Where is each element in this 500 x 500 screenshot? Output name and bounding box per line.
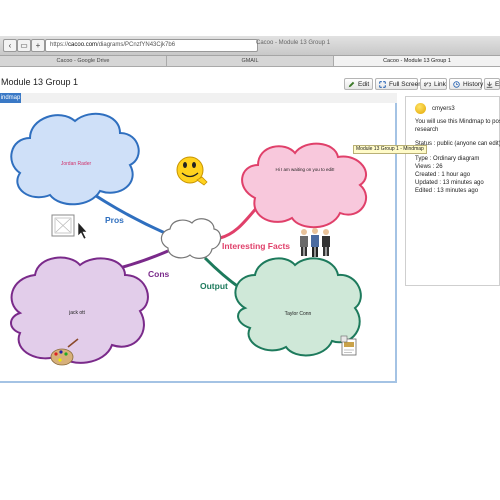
export-button[interactable]: Ex	[484, 78, 500, 90]
share-button[interactable]: ▭	[17, 39, 31, 52]
description-line-2: research	[415, 127, 439, 133]
owner-username[interactable]: cmyers3	[432, 106, 455, 112]
fullscreen-button-label: Full Screen	[389, 81, 422, 88]
link-button[interactable]: Link	[420, 78, 447, 90]
window-title: Cacoo - Module 13 Group 1	[256, 40, 331, 46]
url-path: /diagrams/PCnzfYN43Cjk7b6	[97, 42, 176, 48]
top-left-cloud[interactable]	[10, 112, 140, 206]
tab-bar: Cacoo - Google Drive GMAIL Cacoo - Modul…	[0, 56, 500, 67]
document-header: Module 13 Group 1 Edit Full Screen Link …	[0, 72, 500, 94]
url-host: cacoo.com	[68, 42, 98, 48]
top-left-cloud-text: Jordan Rader	[61, 161, 92, 167]
bottom-right-cloud-text: Taylor Conn	[285, 311, 312, 317]
link-icon	[424, 82, 431, 87]
bottom-left-cloud-text: jack ott	[68, 310, 85, 316]
center-cloud[interactable]	[160, 218, 222, 259]
branch-label-cons: Cons	[148, 269, 170, 279]
created-text: Created : 1 hour ago	[415, 172, 471, 178]
history-button[interactable]: History	[449, 78, 484, 90]
edit-button-label: Edit	[358, 81, 370, 88]
updated-text: Updated : 13 minutes ago	[415, 180, 484, 186]
diagram-canvas[interactable]: Jordan Rader Hi I am waiting on you to e…	[0, 103, 397, 383]
top-right-cloud[interactable]	[241, 142, 367, 229]
edit-button[interactable]: Edit	[344, 78, 373, 90]
document-icon	[340, 335, 357, 356]
tab-gmail[interactable]: GMAIL	[167, 56, 334, 66]
export-icon	[486, 81, 493, 88]
branch-label-output: Output	[200, 281, 228, 291]
people-icon	[300, 228, 330, 257]
back-button[interactable]: ‹	[3, 39, 17, 52]
branch-label-facts: Interesting Facts	[222, 241, 290, 251]
image-placeholder-icon	[51, 214, 75, 237]
url-field[interactable]: https://cacoo.com/diagrams/PCnzfYN43Cjk7…	[45, 39, 258, 52]
mindmap-svg: Jordan Rader Hi I am waiting on you to e…	[10, 112, 367, 366]
type-text: Type : Ordinary diagram	[415, 156, 480, 162]
export-button-label: Ex	[495, 81, 500, 88]
tooltip: Module 13 Group 1 - Mindmap	[353, 145, 427, 154]
url-prefix: https://	[50, 42, 69, 48]
status-text: Status : public (anyone can edit)	[415, 141, 500, 147]
expand-icon	[379, 81, 386, 88]
fullscreen-button[interactable]: Full Screen	[375, 78, 422, 90]
views-text: Views : 26	[415, 164, 443, 170]
description-line-1: You will use this Mindmap to post y	[415, 119, 500, 125]
user-avatar-icon	[415, 103, 426, 114]
tab-mindmap[interactable]: indmap	[0, 93, 21, 103]
info-panel: cmyers3 You will use this Mindmap to pos…	[405, 96, 500, 286]
history-button-label: History	[463, 81, 484, 88]
pencil-icon	[348, 81, 355, 88]
link-button-label: Link	[434, 81, 446, 88]
page-title: Module 13 Group 1	[1, 77, 79, 87]
tab-google-drive[interactable]: Cacoo - Google Drive	[0, 56, 167, 66]
new-tab-button[interactable]: +	[31, 39, 45, 52]
branch-label-pros: Pros	[105, 215, 124, 225]
smiley-icon	[176, 156, 208, 186]
clock-icon	[453, 81, 460, 88]
browser-toolbar: ‹ ▭ + https://cacoo.com/diagrams/PCnzfYN…	[0, 36, 500, 56]
cursor-icon	[77, 221, 88, 240]
edited-text: Edited : 13 minutes ago	[415, 188, 479, 194]
tab-cacoo-module[interactable]: Cacoo - Module 13 Group 1	[334, 56, 500, 66]
top-right-cloud-text: Hi I am waiting on you to edit!	[275, 167, 334, 172]
